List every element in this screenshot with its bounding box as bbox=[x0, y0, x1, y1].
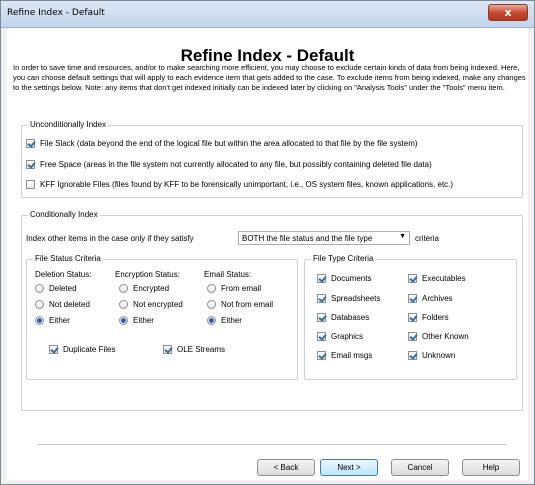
free-space-label: Free Space (areas in the file system not… bbox=[40, 160, 432, 169]
graphics-label: Graphics bbox=[331, 332, 364, 341]
help-button[interactable]: Help bbox=[462, 459, 520, 476]
ole-streams-checkbox[interactable] bbox=[163, 345, 172, 354]
documents-label: Documents bbox=[331, 274, 372, 283]
file-slack-checkbox[interactable] bbox=[26, 139, 35, 148]
not-encrypted-radio[interactable] bbox=[119, 300, 128, 309]
conditional-index-group: Conditionally Index Index other items in… bbox=[21, 210, 523, 411]
archives-checkbox[interactable] bbox=[408, 294, 417, 303]
databases-checkbox[interactable] bbox=[317, 313, 326, 322]
free-space-checkbox[interactable] bbox=[26, 160, 35, 169]
unconditional-index-group: Unconditionally Index File Slack (data b… bbox=[21, 120, 523, 198]
button-separator bbox=[37, 444, 507, 446]
file-slack-label: File Slack (data beyond the end of the l… bbox=[40, 139, 418, 148]
other-known-label: Other Known bbox=[422, 332, 469, 341]
kff-ignorable-checkbox[interactable] bbox=[26, 180, 35, 189]
not-from-email-label: Not from email bbox=[221, 300, 274, 309]
documents-checkbox[interactable] bbox=[317, 274, 326, 283]
email-either-label: Either bbox=[221, 316, 242, 325]
duplicate-files-label: Duplicate Files bbox=[63, 345, 116, 354]
unknown-label: Unknown bbox=[422, 351, 456, 360]
encryption-status-label: Encryption Status: bbox=[115, 270, 180, 279]
file-status-label: File Status Criteria bbox=[33, 254, 103, 263]
not-from-email-radio[interactable] bbox=[207, 300, 216, 309]
not-encrypted-label: Not encrypted bbox=[133, 300, 183, 309]
unknown-checkbox[interactable] bbox=[408, 351, 417, 360]
spreadsheets-checkbox[interactable] bbox=[317, 294, 326, 303]
deleted-label: Deleted bbox=[49, 284, 77, 293]
chevron-down-icon: ▼ bbox=[399, 233, 406, 240]
criteria-select-value: BOTH the file status and the file type bbox=[242, 234, 373, 243]
executables-checkbox[interactable] bbox=[408, 274, 417, 283]
duplicate-files-checkbox[interactable] bbox=[49, 345, 58, 354]
dialog-content: Refine Index - Default In order to save … bbox=[7, 28, 528, 480]
intro-text: In order to save time and resources, and… bbox=[13, 63, 526, 92]
deletion-either-label: Either bbox=[49, 316, 70, 325]
file-status-group: File Status Criteria Deletion Status: De… bbox=[26, 254, 298, 380]
file-type-group: File Type Criteria Documents Executables… bbox=[304, 254, 517, 380]
encrypted-label: Encrypted bbox=[133, 284, 170, 293]
email-msgs-label: Email msgs bbox=[331, 351, 373, 360]
title-bar[interactable]: Refine Index - Default x bbox=[1, 1, 534, 28]
email-msgs-checkbox[interactable] bbox=[317, 351, 326, 360]
from-email-label: From email bbox=[221, 284, 262, 293]
unconditional-index-label: Unconditionally Index bbox=[28, 120, 109, 129]
not-deleted-radio[interactable] bbox=[35, 300, 44, 309]
next-button[interactable]: Next > bbox=[320, 459, 378, 476]
encrypted-radio[interactable] bbox=[119, 284, 128, 293]
close-button[interactable]: x bbox=[488, 4, 528, 21]
back-button[interactable]: < Back bbox=[257, 459, 315, 476]
folders-label: Folders bbox=[422, 313, 449, 322]
deletion-either-radio[interactable] bbox=[35, 316, 44, 325]
criteria-suffix: criteria bbox=[415, 234, 440, 243]
graphics-checkbox[interactable] bbox=[317, 332, 326, 341]
file-type-label: File Type Criteria bbox=[311, 254, 376, 263]
cancel-button[interactable]: Cancel bbox=[391, 459, 449, 476]
other-known-checkbox[interactable] bbox=[408, 332, 417, 341]
criteria-prefix: Index other items in the case only if th… bbox=[26, 234, 194, 243]
spreadsheets-label: Spreadsheets bbox=[331, 294, 381, 303]
conditional-index-label: Conditionally Index bbox=[28, 210, 100, 219]
encryption-either-label: Either bbox=[133, 316, 154, 325]
deleted-radio[interactable] bbox=[35, 284, 44, 293]
encryption-either-radio[interactable] bbox=[119, 316, 128, 325]
databases-label: Databases bbox=[331, 313, 370, 322]
archives-label: Archives bbox=[422, 294, 453, 303]
email-either-radio[interactable] bbox=[207, 316, 216, 325]
from-email-radio[interactable] bbox=[207, 284, 216, 293]
kff-ignorable-label: KFF Ignorable Files (files found by KFF … bbox=[40, 180, 454, 189]
folders-checkbox[interactable] bbox=[408, 313, 417, 322]
executables-label: Executables bbox=[422, 274, 466, 283]
email-status-label: Email Status: bbox=[204, 270, 252, 279]
criteria-select[interactable]: BOTH the file status and the file type ▼ bbox=[238, 231, 410, 245]
deletion-status-label: Deletion Status: bbox=[35, 270, 92, 279]
not-deleted-label: Not deleted bbox=[49, 300, 90, 309]
window-title: Refine Index - Default bbox=[7, 8, 105, 18]
ole-streams-label: OLE Streams bbox=[177, 345, 226, 354]
refine-index-dialog: Refine Index - Default x Refine Index - … bbox=[0, 0, 535, 485]
